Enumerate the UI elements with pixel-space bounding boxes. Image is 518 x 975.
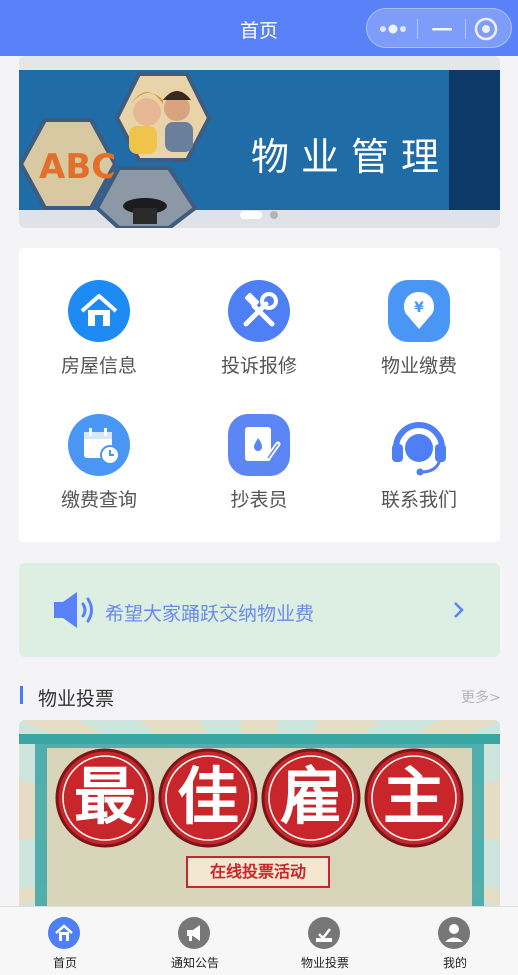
meter-pen-icon	[228, 414, 290, 476]
banner-headline: 物业管理	[251, 135, 452, 179]
calendar-clock-icon	[68, 414, 130, 476]
poster-character: 佳	[176, 760, 239, 833]
navigation-bar: 首页	[0, 0, 518, 56]
house-icon	[68, 280, 130, 342]
ballot-icon	[307, 916, 341, 950]
tab-property-vote[interactable]: 物业投票	[260, 907, 390, 975]
menu-item-payment-query[interactable]: 缴费查询	[19, 382, 179, 511]
close-target-icon[interactable]	[464, 9, 512, 49]
user-icon	[437, 916, 471, 950]
poster-circle: 佳	[158, 748, 258, 848]
tab-notices[interactable]: 通知公告	[130, 907, 260, 975]
tab-label: 首页	[52, 956, 77, 970]
vote-poster[interactable]: 最 佳 雇 主 在线投票活动	[19, 720, 500, 906]
menu-item-contact-us[interactable]: 联系我们	[339, 382, 499, 511]
banner-photo-hexagons: ABC	[19, 72, 212, 228]
megaphone-icon	[177, 916, 211, 950]
banner-edge	[449, 70, 500, 210]
svg-text:ABC: ABC	[39, 147, 116, 187]
menu-item-property-payment[interactable]: ¥ 物业缴费	[339, 248, 499, 377]
minimize-icon[interactable]	[418, 9, 466, 49]
notice-text: 希望大家踊跃交纳物业费	[105, 603, 315, 625]
home-icon	[47, 916, 81, 950]
menu-label: 房屋信息	[60, 355, 137, 377]
tab-home[interactable]: 首页	[0, 907, 130, 975]
yuan-download-icon: ¥	[388, 280, 450, 342]
mini-program-capsule	[366, 8, 512, 48]
banner-carousel[interactable]: ABC 物业管理	[19, 56, 500, 228]
notice-banner[interactable]: 希望大家踊跃交纳物业费	[19, 563, 500, 657]
tab-bar: 首页 通知公告 物业投票 我的	[0, 906, 518, 975]
function-grid: 房屋信息 投诉报修 ¥ 物业缴费 缴费查询 抄表员 联系我们	[19, 248, 500, 542]
poster-circle: 主	[364, 748, 464, 848]
carousel-indicator-active[interactable]	[240, 211, 262, 219]
poster-subtitle: 在线投票活动	[186, 856, 330, 888]
wrench-hammer-icon	[228, 280, 290, 342]
menu-label: 缴费查询	[60, 489, 137, 511]
carousel-indicator[interactable]	[270, 211, 278, 219]
tab-label: 通知公告	[170, 956, 219, 970]
menu-label: 抄表员	[230, 489, 288, 511]
menu-item-house-info[interactable]: 房屋信息	[19, 248, 179, 377]
chevron-right-icon	[454, 602, 464, 618]
speaker-icon	[54, 592, 93, 628]
tab-label: 我的	[442, 956, 467, 970]
poster-character: 最	[73, 760, 136, 833]
menu-label: 联系我们	[380, 489, 457, 511]
more-dots-icon[interactable]	[369, 9, 417, 49]
section-accent-bar	[20, 686, 23, 704]
tab-label: 物业投票	[300, 956, 349, 970]
headset-service-icon	[388, 414, 450, 476]
section-title: 物业投票	[38, 688, 115, 710]
menu-label: 投诉报修	[220, 355, 297, 377]
menu-item-meter-reader[interactable]: 抄表员	[179, 382, 339, 511]
menu-item-complaint-repair[interactable]: 投诉报修	[179, 248, 339, 377]
svg-text:¥: ¥	[414, 300, 424, 316]
poster-circle: 最	[55, 748, 155, 848]
poster-character: 主	[382, 760, 445, 833]
more-link[interactable]: 更多>	[461, 687, 501, 707]
tab-mine[interactable]: 我的	[390, 907, 518, 975]
poster-character: 雇	[279, 760, 342, 833]
poster-circle: 雇	[261, 748, 361, 848]
menu-label: 物业缴费	[380, 355, 457, 377]
